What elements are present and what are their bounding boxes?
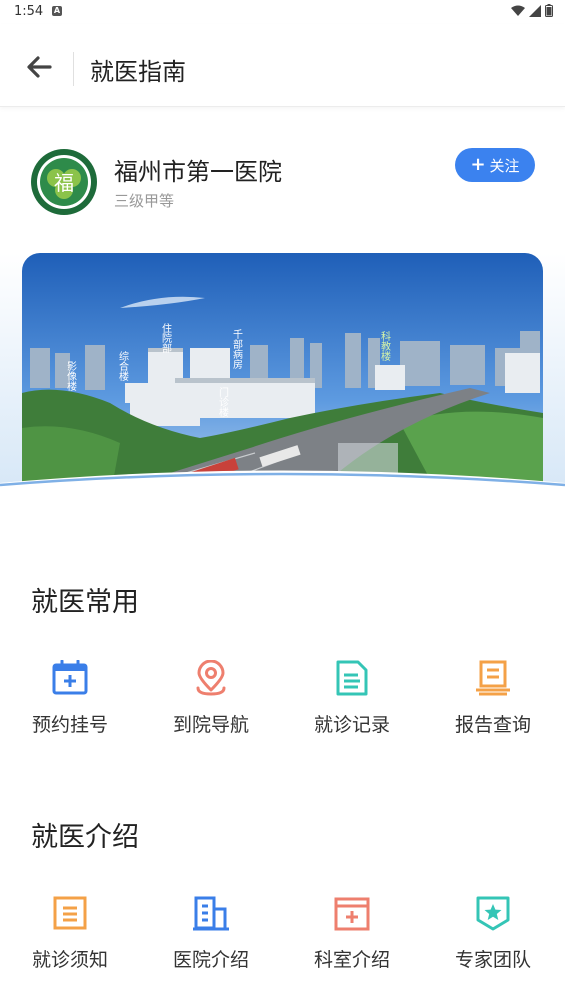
section-title-intro: 就医介绍 xyxy=(31,822,139,853)
report-monitor-icon xyxy=(476,660,510,696)
department-intro-label: 科室介绍 xyxy=(313,949,390,971)
banner-label-imaging: 影像楼 xyxy=(65,361,77,392)
hospital-banner[interactable]: 住院部 千部病房 综合楼 影像楼 门诊楼 科教楼 xyxy=(0,253,565,513)
appointment-item[interactable]: 预约挂号 xyxy=(10,660,130,760)
follow-button[interactable]: + 关注 xyxy=(455,148,535,182)
hospital-level: 三级甲等 xyxy=(114,192,175,210)
common-services-grid: 预约挂号 到院导航 就诊记录 报告查询 xyxy=(0,660,565,760)
banner-label-outpatient: 门诊楼 xyxy=(217,386,229,418)
back-arrow-icon[interactable] xyxy=(24,52,54,82)
report-label: 报告查询 xyxy=(454,714,531,736)
navigation-item[interactable]: 到院导航 xyxy=(151,660,271,760)
visit-notice-label: 就诊须知 xyxy=(31,949,108,971)
follow-label: 关注 xyxy=(489,156,520,175)
hospital-intro-item[interactable]: 医院介绍 xyxy=(151,895,271,995)
department-intro-item[interactable]: 科室介绍 xyxy=(292,895,412,995)
building-icon xyxy=(193,896,229,931)
records-item[interactable]: 就诊记录 xyxy=(292,660,412,760)
banner-label-complex: 综合楼 xyxy=(117,350,129,382)
notification-icon: A xyxy=(52,6,62,16)
appointment-label: 预约挂号 xyxy=(31,714,108,736)
department-icon xyxy=(334,897,370,931)
visit-notice-item[interactable]: 就诊须知 xyxy=(10,895,130,995)
expert-team-item[interactable]: 专家团队 xyxy=(433,895,553,995)
banner-image: 住院部 千部病房 综合楼 影像楼 门诊楼 科教楼 xyxy=(0,253,565,513)
expert-team-label: 专家团队 xyxy=(454,949,531,971)
carousel-indicator-active[interactable] xyxy=(264,479,300,482)
hospital-logo: 福 xyxy=(31,149,97,215)
document-list-icon xyxy=(336,660,368,696)
hospital-card: 福 福州市第一医院 三级甲等 + 关注 xyxy=(0,140,565,230)
calendar-plus-icon xyxy=(52,660,88,695)
records-label: 就诊记录 xyxy=(313,714,390,736)
system-icons xyxy=(511,4,553,17)
wifi-icon xyxy=(511,5,525,16)
battery-icon xyxy=(545,4,553,17)
intro-services-grid: 就诊须知 医院介绍 科室介绍 专家团队 xyxy=(0,895,565,995)
banner-label-cadre-ward: 千部病房 xyxy=(231,329,243,370)
hospital-intro-label: 医院介绍 xyxy=(172,949,249,971)
signal-icon xyxy=(529,4,541,17)
report-item[interactable]: 报告查询 xyxy=(433,660,553,760)
status-bar: 1:54 A xyxy=(0,0,565,24)
location-pin-icon xyxy=(196,660,226,696)
section-title-common: 就医常用 xyxy=(31,587,139,618)
page-title: 就医指南 xyxy=(90,58,186,86)
status-time: 1:54 xyxy=(14,4,44,19)
plus-icon: + xyxy=(470,154,486,175)
banner-label-education: 科教楼 xyxy=(379,330,391,362)
hospital-name: 福州市第一医院 xyxy=(114,158,282,186)
navigation-label: 到院导航 xyxy=(172,714,249,736)
star-badge-icon xyxy=(476,896,510,931)
app-bar: 就医指南 xyxy=(0,24,565,107)
notice-icon xyxy=(53,896,87,930)
banner-label-inpatient: 住院部 xyxy=(160,322,172,354)
appbar-divider xyxy=(73,52,74,86)
logo-glyph: 福 xyxy=(54,171,74,195)
